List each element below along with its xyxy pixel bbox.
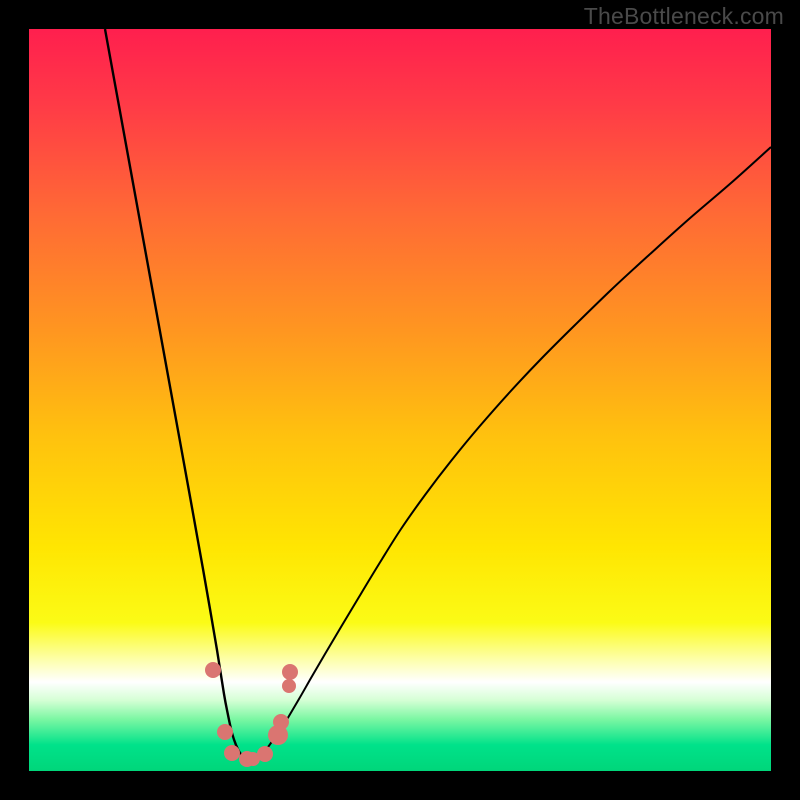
scatter-dot [224,745,240,761]
plot-area [29,29,771,771]
scatter-dot [217,724,233,740]
gradient-background [29,29,771,771]
scatter-dot [205,662,221,678]
scatter-dot [257,746,273,762]
watermark-text: TheBottleneck.com [584,3,784,30]
outer-frame: TheBottleneck.com [0,0,800,800]
scatter-dot [282,664,298,680]
scatter-dot [273,714,289,730]
chart-svg [29,29,771,771]
scatter-dot [282,679,296,693]
